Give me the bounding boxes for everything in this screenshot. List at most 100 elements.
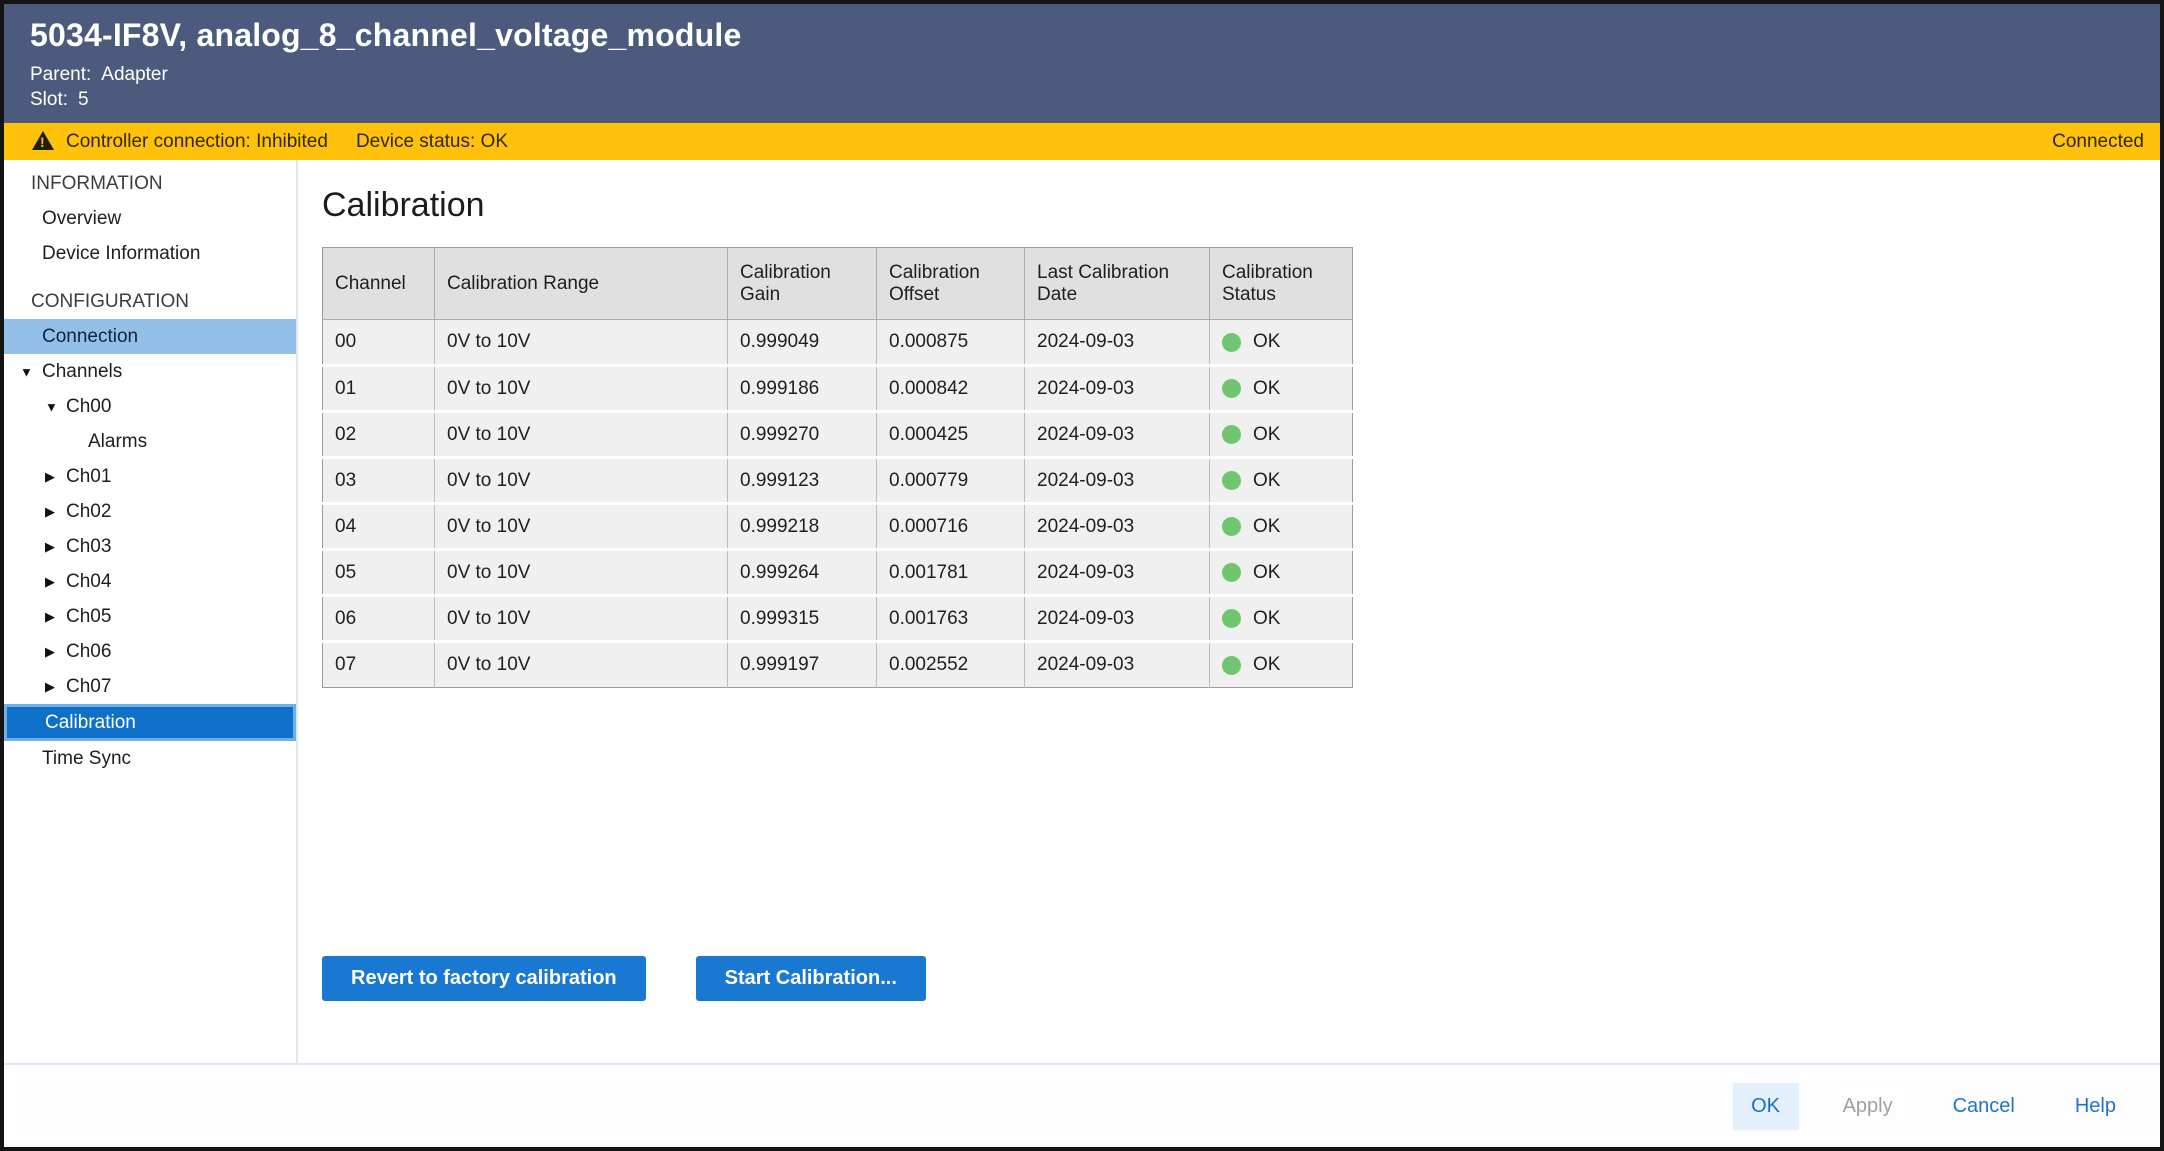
cell-date: 2024-09-03 [1025, 504, 1210, 550]
dialog-footer: OK Apply Cancel Help [4, 1063, 2160, 1147]
column-header-last-calibration-date: Last Calibration Date [1025, 248, 1210, 320]
status-ok-dot-icon [1222, 425, 1241, 444]
cell-offset: 0.000779 [877, 458, 1025, 504]
status-ok-dot-icon [1222, 379, 1241, 398]
cell-offset: 0.002552 [877, 642, 1025, 688]
cell-status: OK [1210, 458, 1353, 504]
apply-button: Apply [1827, 1083, 1909, 1130]
chevron-right-icon[interactable]: ▶ [45, 574, 55, 590]
sidebar-item-alarms[interactable]: Alarms [4, 424, 296, 459]
status-text: OK [1253, 470, 1280, 492]
titlebar: 5034-IF8V, analog_8_channel_voltage_modu… [4, 4, 2160, 123]
sidebar-item-ch01[interactable]: ▶Ch01 [4, 459, 296, 494]
sidebar-item-ch04[interactable]: ▶Ch04 [4, 564, 296, 599]
parent-label: Parent: [30, 64, 91, 85]
status-ok-dot-icon [1222, 471, 1241, 490]
column-header-calibration-gain: Calibration Gain [728, 248, 877, 320]
revert-factory-calibration-button[interactable]: Revert to factory calibration [322, 956, 646, 1001]
cell-offset: 0.001763 [877, 596, 1025, 642]
sidebar-item-ch05[interactable]: ▶Ch05 [4, 599, 296, 634]
ok-button[interactable]: OK [1733, 1083, 1799, 1130]
cell-gain: 0.999197 [728, 642, 877, 688]
status-ok-dot-icon [1222, 656, 1241, 675]
cell-gain: 0.999315 [728, 596, 877, 642]
cell-gain: 0.999270 [728, 412, 877, 458]
column-header-calibration-offset: Calibration Offset [877, 248, 1025, 320]
status-text: OK [1253, 516, 1280, 538]
sidebar-item-ch06[interactable]: ▶Ch06 [4, 634, 296, 669]
controller-connection-status: Controller connection: Inhibited [66, 131, 328, 153]
sidebar-section-information: INFORMATION [4, 166, 296, 201]
cell-offset: 0.000425 [877, 412, 1025, 458]
cell-date: 2024-09-03 [1025, 320, 1210, 366]
device-status: Device status: OK [356, 131, 508, 153]
help-button[interactable]: Help [2059, 1083, 2132, 1130]
sidebar-nav: INFORMATION Overview Device Information CON… [4, 160, 298, 1063]
chevron-down-icon[interactable]: ▼ [20, 364, 33, 379]
sidebar-label: Time Sync [42, 748, 131, 770]
cell-status: OK [1210, 412, 1353, 458]
sidebar-label: CONFIGURATION [31, 291, 189, 313]
status-text: OK [1253, 331, 1280, 353]
cell-channel: 00 [323, 320, 435, 366]
table-row-channel-05: 050V to 10V0.9992640.0017812024-09-03OK [323, 550, 1353, 596]
cell-date: 2024-09-03 [1025, 458, 1210, 504]
cell-status: OK [1210, 320, 1353, 366]
cell-range: 0V to 10V [435, 412, 728, 458]
chevron-right-icon[interactable]: ▶ [45, 539, 55, 555]
cell-range: 0V to 10V [435, 320, 728, 366]
table-row-channel-04: 040V to 10V0.9992180.0007162024-09-03OK [323, 504, 1353, 550]
calibration-actions: Revert to factory calibration Start Cali… [322, 956, 2140, 1001]
cell-status: OK [1210, 550, 1353, 596]
cell-range: 0V to 10V [435, 504, 728, 550]
cell-channel: 07 [323, 642, 435, 688]
sidebar-item-ch03[interactable]: ▶Ch03 [4, 529, 296, 564]
cell-offset: 0.000842 [877, 366, 1025, 412]
page-title: Calibration [322, 186, 2140, 225]
chevron-down-icon[interactable]: ▼ [45, 399, 58, 414]
sidebar-label: Calibration [45, 712, 136, 734]
sidebar-item-connection[interactable]: Connection [4, 319, 296, 354]
cell-channel: 04 [323, 504, 435, 550]
sidebar-label: Ch00 [66, 396, 111, 418]
table-row-channel-01: 010V to 10V0.9991860.0008422024-09-03OK [323, 366, 1353, 412]
column-header-calibration-status: Calibration Status [1210, 248, 1353, 320]
cell-range: 0V to 10V [435, 366, 728, 412]
sidebar-item-overview[interactable]: Overview [4, 201, 296, 236]
chevron-right-icon[interactable]: ▶ [45, 504, 55, 520]
cell-date: 2024-09-03 [1025, 642, 1210, 688]
sidebar-label: Channels [42, 361, 122, 383]
cell-status: OK [1210, 504, 1353, 550]
chevron-right-icon[interactable]: ▶ [45, 679, 55, 695]
column-header-calibration-range: Calibration Range [435, 248, 728, 320]
warning-triangle-icon [32, 131, 54, 150]
sidebar-item-ch07[interactable]: ▶Ch07 [4, 669, 296, 704]
main-area: INFORMATION Overview Device Information CON… [4, 160, 2160, 1063]
cell-date: 2024-09-03 [1025, 366, 1210, 412]
sidebar-item-calibration[interactable]: Calibration [4, 704, 296, 741]
sidebar-item-time-sync[interactable]: Time Sync [4, 741, 296, 776]
status-text: OK [1253, 378, 1280, 400]
status-ok-dot-icon [1222, 609, 1241, 628]
chevron-right-icon[interactable]: ▶ [45, 469, 55, 485]
sidebar-label: Overview [42, 208, 121, 230]
cell-range: 0V to 10V [435, 458, 728, 504]
chevron-right-icon[interactable]: ▶ [45, 644, 55, 660]
sidebar-item-ch00[interactable]: ▼ Ch00 [4, 389, 296, 424]
sidebar-label: INFORMATION [31, 173, 163, 195]
chevron-right-icon[interactable]: ▶ [45, 609, 55, 625]
content-pane: Calibration ChannelCalibration RangeCali… [298, 160, 2160, 1063]
sidebar-label: Ch02 [66, 501, 111, 523]
start-calibration-button[interactable]: Start Calibration... [696, 956, 926, 1001]
sidebar-item-ch02[interactable]: ▶ Ch02 [4, 494, 296, 529]
sidebar-section-configuration: CONFIGURATION [4, 284, 296, 319]
module-config-window: 5034-IF8V, analog_8_channel_voltage_modu… [0, 0, 2164, 1151]
sidebar-label: Connection [42, 326, 138, 348]
sidebar-item-device-information[interactable]: Device Information [4, 236, 296, 271]
cell-status: OK [1210, 596, 1353, 642]
cancel-button[interactable]: Cancel [1937, 1083, 2031, 1130]
sidebar-label: Device Information [42, 243, 200, 265]
table-row-channel-03: 030V to 10V0.9991230.0007792024-09-03OK [323, 458, 1353, 504]
sidebar-item-channels[interactable]: ▼ Channels [4, 354, 296, 389]
status-text: OK [1253, 608, 1280, 630]
